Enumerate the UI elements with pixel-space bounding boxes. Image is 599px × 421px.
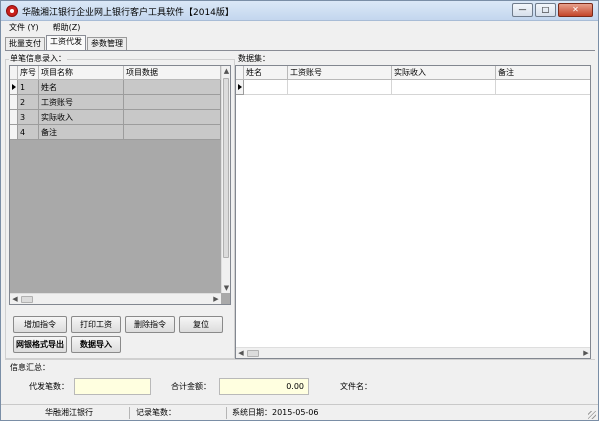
cell-item-data[interactable] [124, 95, 221, 110]
row-selector[interactable] [10, 80, 18, 95]
total-amount-label: 合计金额： [171, 382, 211, 391]
menu-file[interactable]: 文件 (Y) [9, 21, 39, 34]
cell-item-name: 工资账号 [39, 95, 124, 110]
tab-batch-payment[interactable]: 批量支付 [5, 37, 45, 50]
status-system-date: 系统日期：2015-05-06 [232, 408, 319, 417]
current-row-arrow-icon [238, 84, 242, 90]
file-name-label: 文件名： [340, 382, 372, 391]
cell-item-name: 实际收入 [39, 110, 124, 125]
dataset-title: 数据集： [237, 53, 271, 64]
summary-divider [5, 359, 595, 360]
payment-count-label: 代发笔数： [29, 382, 69, 391]
row-selector[interactable] [10, 110, 18, 125]
column-header-salary-account[interactable]: 工资账号 [288, 66, 392, 80]
tab-salary-payment[interactable]: 工资代发 [46, 35, 86, 50]
row-selector[interactable] [10, 95, 18, 110]
cell-item-data[interactable] [124, 80, 221, 95]
grid-corner-header [236, 66, 244, 80]
table-row[interactable]: 4 备注 [10, 125, 221, 140]
add-instruction-button[interactable]: 增加指令 [13, 316, 67, 333]
scroll-left-icon[interactable]: ◀ [237, 348, 245, 358]
scroll-left-icon[interactable]: ◀ [11, 294, 19, 304]
bank-logo-icon [6, 5, 18, 17]
window-title: 华融湘江银行企业网上银行客户工具软件【2014版】 [22, 8, 234, 18]
cell-item-name: 备注 [39, 125, 124, 140]
summary-title: 信息汇总： [9, 362, 51, 373]
row-selector[interactable] [236, 80, 244, 95]
window-controls: — □ ✕ [512, 3, 593, 17]
menu-help[interactable]: 帮助(Z) [53, 21, 81, 34]
maximize-button[interactable]: □ [535, 3, 556, 17]
row-selector[interactable] [10, 125, 18, 140]
column-header-no[interactable]: 序号 [18, 66, 39, 80]
cell-no: 1 [18, 80, 39, 95]
reset-button[interactable]: 复位 [179, 316, 223, 333]
status-record-count: 记录笔数： [133, 407, 227, 419]
cell-salary-account[interactable] [288, 80, 392, 95]
minimize-button[interactable]: — [512, 3, 533, 17]
title-bar: 华融湘江银行企业网上银行客户工具软件【2014版】 — □ ✕ [1, 1, 598, 21]
scroll-right-icon[interactable]: ▶ [212, 294, 220, 304]
scroll-thumb[interactable] [247, 350, 259, 357]
tab-strip: 批量支付 工资代发 参数管理 [5, 35, 128, 50]
column-header-name[interactable]: 姓名 [244, 66, 288, 80]
column-header-actual-income[interactable]: 实际收入 [392, 66, 496, 80]
table-row[interactable]: 2 工资账号 [10, 95, 221, 110]
export-bank-format-button[interactable]: 网银格式导出 [13, 336, 67, 353]
cell-no: 2 [18, 95, 39, 110]
print-salary-button[interactable]: 打印工资 [71, 316, 121, 333]
scroll-up-icon[interactable]: ▲ [222, 66, 230, 76]
left-grid-horizontal-scrollbar[interactable]: ◀ ▶ [10, 293, 221, 304]
cell-item-name: 姓名 [39, 80, 124, 95]
scroll-thumb[interactable] [21, 296, 33, 303]
table-row[interactable] [236, 80, 590, 95]
single-entry-grid[interactable]: 序号 项目名称 项目数据 1 姓名 2 工资账号 3 实际收入 4 备注 ▲ ▼… [9, 65, 231, 305]
app-window: 华融湘江银行企业网上银行客户工具软件【2014版】 — □ ✕ 文件 (Y) 帮… [0, 0, 599, 421]
current-row-arrow-icon [12, 84, 16, 90]
left-grid-vertical-scrollbar[interactable]: ▲ ▼ [221, 66, 230, 293]
scroll-down-icon[interactable]: ▼ [222, 283, 230, 293]
menu-bar: 文件 (Y) 帮助(Z) [1, 21, 598, 34]
table-row[interactable]: 3 实际收入 [10, 110, 221, 125]
cell-no: 4 [18, 125, 39, 140]
resize-grip-icon[interactable] [588, 411, 596, 419]
import-data-button[interactable]: 数据导入 [71, 336, 121, 353]
tab-parameter-management[interactable]: 参数管理 [87, 37, 127, 50]
close-button[interactable]: ✕ [558, 3, 593, 17]
cell-item-data[interactable] [124, 125, 221, 140]
dataset-horizontal-scrollbar[interactable]: ◀ ▶ [236, 347, 590, 358]
cell-item-data[interactable] [124, 110, 221, 125]
cell-no: 3 [18, 110, 39, 125]
cell-name[interactable] [244, 80, 288, 95]
table-row[interactable]: 1 姓名 [10, 80, 221, 95]
cell-actual-income[interactable] [392, 80, 496, 95]
grid-corner-header [10, 66, 18, 80]
delete-instruction-button[interactable]: 删除指令 [125, 316, 175, 333]
column-header-remarks[interactable]: 备注 [496, 66, 590, 80]
status-bank-name: 华融湘江银行 [7, 407, 130, 419]
column-header-item-name[interactable]: 项目名称 [39, 66, 124, 80]
dataset-grid[interactable]: 姓名 工资账号 实际收入 备注 ◀ ▶ [235, 65, 591, 359]
scroll-thumb[interactable] [223, 78, 229, 258]
payment-count-field[interactable] [74, 378, 151, 395]
column-header-item-data[interactable]: 项目数据 [124, 66, 221, 80]
total-amount-field[interactable]: 0.00 [219, 378, 309, 395]
single-entry-title: 单笔信息录入： [9, 53, 67, 64]
cell-remarks[interactable] [496, 80, 590, 95]
status-bar: 华融湘江银行 记录笔数： 系统日期：2015-05-06 [1, 404, 598, 420]
scroll-right-icon[interactable]: ▶ [582, 348, 590, 358]
